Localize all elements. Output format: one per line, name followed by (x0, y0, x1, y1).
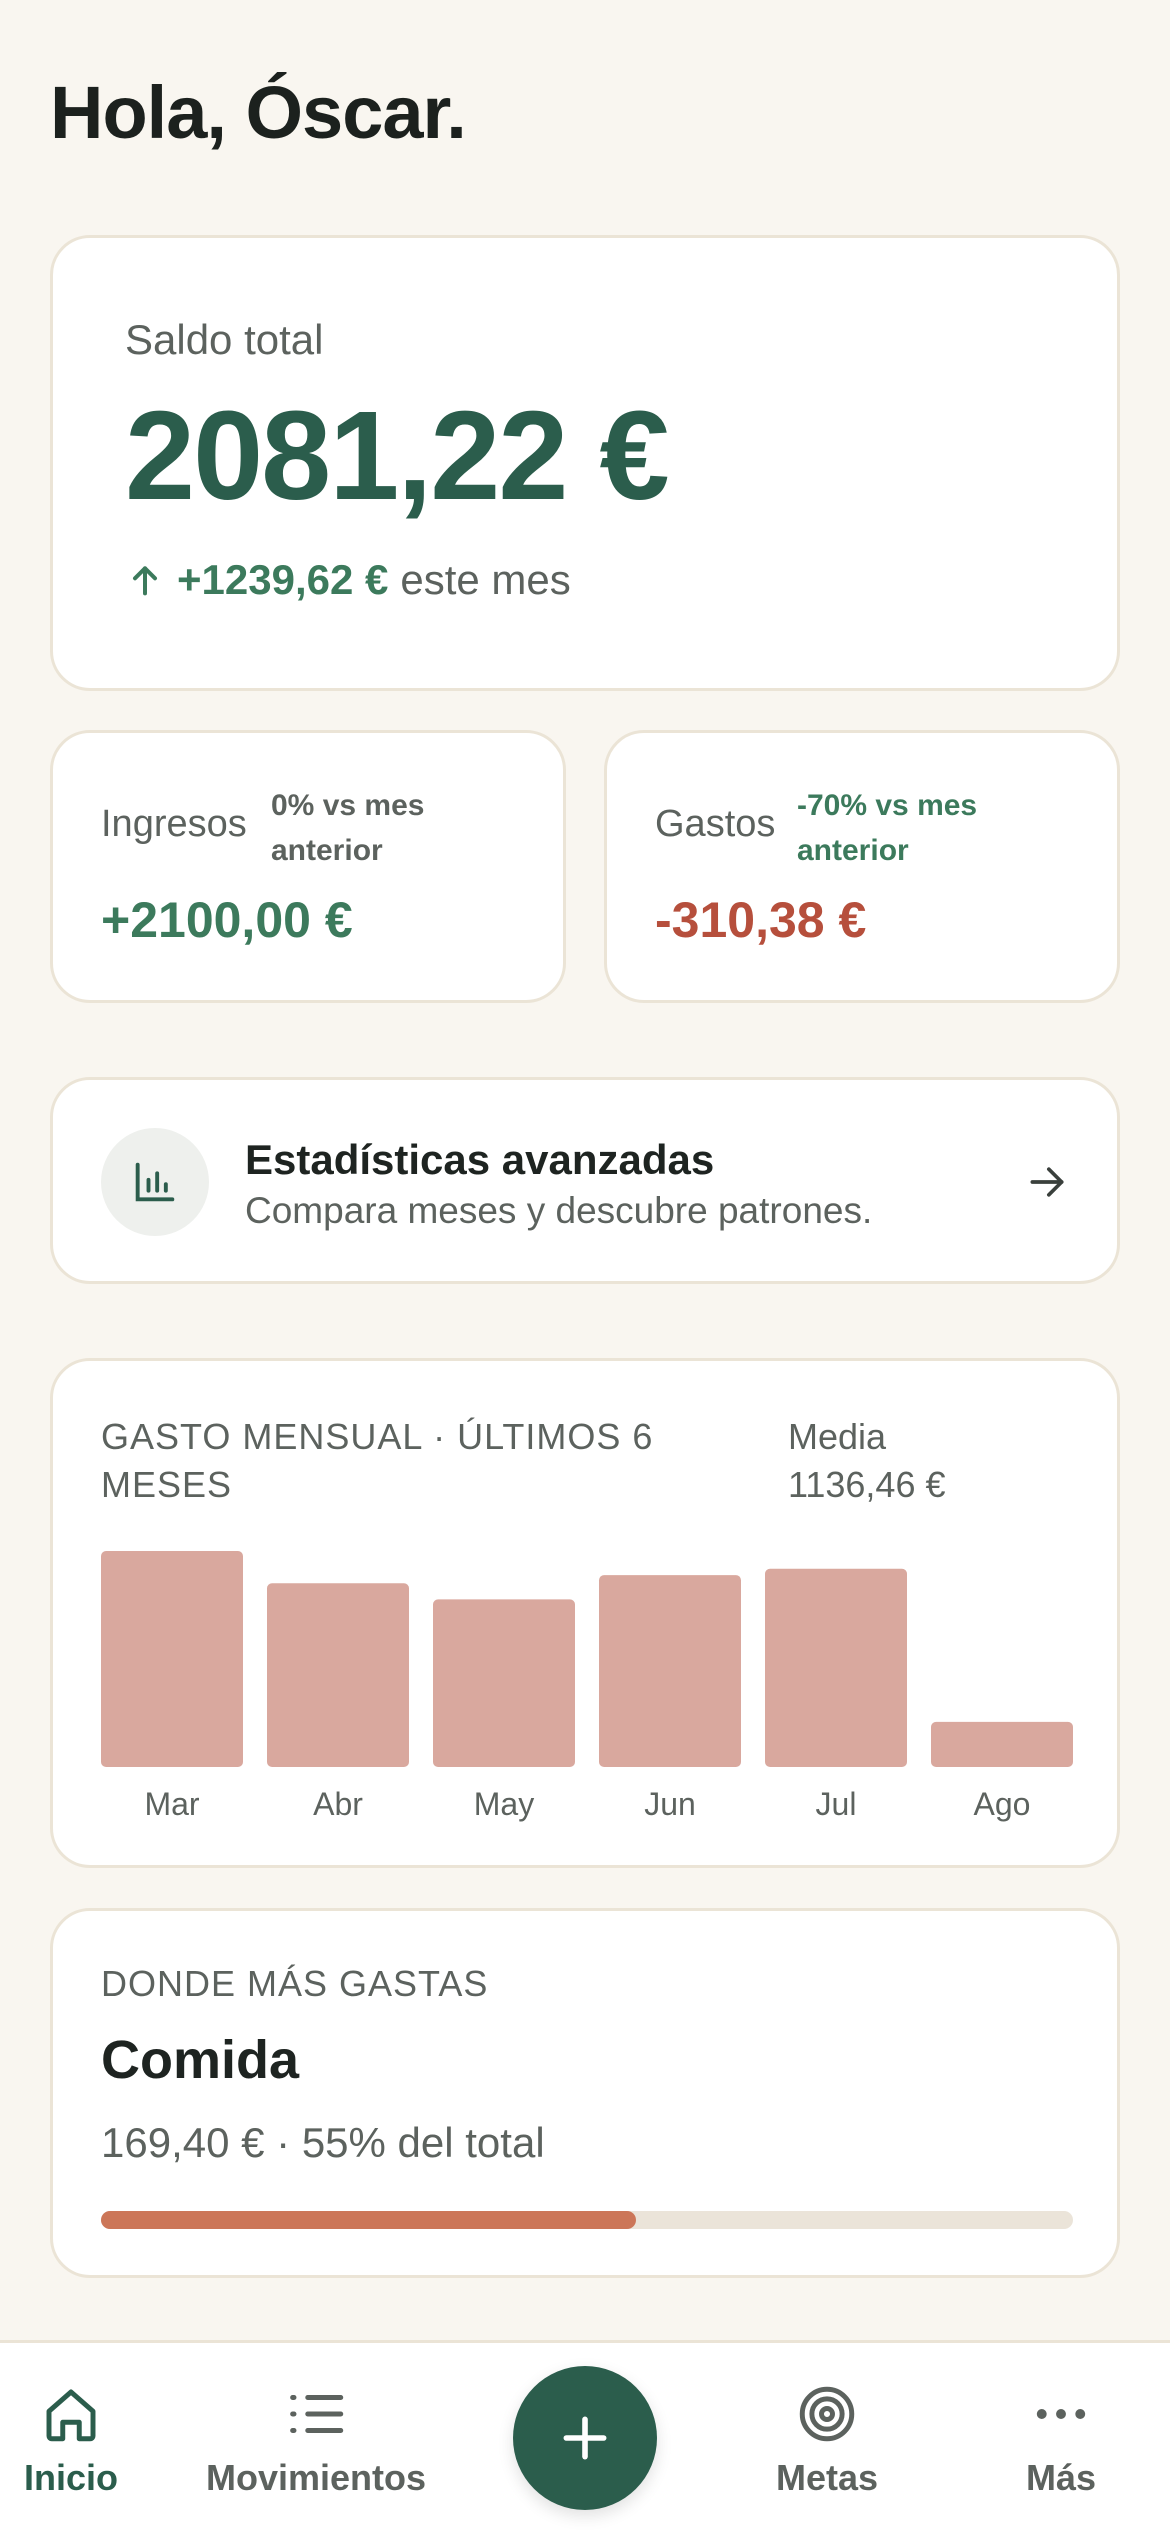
nav-item-mas[interactable]: Más (1026, 2381, 1096, 2499)
monthly-spend-chart: GASTO MENSUAL · ÚLTIMOS 6 MESES Media 11… (50, 1358, 1120, 1868)
balance-delta-suffix: este mes (400, 556, 571, 603)
chart-average-value: 1136,46 € (788, 1464, 946, 1505)
top-category-summary: 169,40 € · 55% del total (101, 2119, 545, 2166)
more-icon (1036, 2409, 1086, 2419)
chart-tick-label: May (474, 1786, 534, 1822)
chart-tick-label: Mar (144, 1786, 199, 1822)
chart-title: GASTO MENSUAL · ÚLTIMOS 6 MESES (101, 1416, 654, 1505)
add-transaction-button[interactable] (513, 2366, 657, 2510)
top-category-progress-fill (101, 2211, 636, 2229)
chart-tick-label: Abr (313, 1786, 363, 1822)
page-title: Hola, Óscar. (50, 71, 467, 154)
top-category-progress (101, 2211, 1073, 2229)
arrow-up-icon (133, 566, 157, 596)
list-icon (290, 2395, 344, 2433)
chart-tick-label: Jun (644, 1786, 696, 1822)
income-label: Ingresos (101, 803, 247, 845)
arrow-right-icon (1030, 1167, 1064, 1197)
nav-label: Movimientos (206, 2457, 427, 2498)
chart-average-label: Media (788, 1416, 887, 1457)
nav-item-inicio[interactable]: Inicio (24, 2381, 118, 2499)
top-category-label: DONDE MÁS GASTAS (101, 1963, 489, 2004)
chart-bar-may (433, 1599, 575, 1767)
income-value: +2100,00 € (101, 892, 353, 948)
nav-label: Inicio (24, 2457, 119, 2498)
chart-bar-ago (931, 1721, 1073, 1767)
expenses-comparison: -70% vs mes anterior (797, 789, 978, 867)
stats-subtitle: Compara meses y descubre patrones. (245, 1190, 873, 1231)
balance-delta: +1239,62 € este mes (125, 556, 571, 604)
top-category-name: Comida (101, 2030, 300, 2090)
home-icon (46, 2389, 96, 2442)
chart-bar-jun (599, 1575, 741, 1767)
advanced-stats-link[interactable]: Estadísticas avanzadas Compara meses y d… (50, 1077, 1120, 1284)
chart-tick-label: Jul (816, 1786, 857, 1822)
plus-icon (563, 2416, 607, 2460)
balance-delta-value: +1239,62 € (177, 556, 389, 603)
income-card[interactable]: Ingresos 0% vs mes anterior +2100,00 € (50, 730, 566, 1003)
bar-chart: Mar Abr May Jun Jul Ago (101, 1551, 1073, 1822)
nav-label: Metas (776, 2457, 879, 2498)
expenses-label: Gastos (655, 803, 776, 845)
target-icon (799, 2386, 855, 2442)
chart-bar-mar (101, 1551, 243, 1767)
stats-icon-wrap (101, 1128, 209, 1236)
balance-label: Saldo total (125, 316, 324, 363)
nav-item-movimientos[interactable]: Movimientos (206, 2381, 426, 2499)
chart-bar-abr (267, 1583, 409, 1767)
bar-chart-icon (135, 1162, 175, 1202)
balance-card: Saldo total 2081,22 € +1239,62 € este me… (50, 235, 1120, 691)
nav-label: Más (1026, 2457, 1097, 2498)
expenses-card[interactable]: Gastos -70% vs mes anterior -310,38 € (604, 730, 1120, 1003)
nav-item-metas[interactable]: Metas (776, 2381, 878, 2499)
expenses-value: -310,38 € (655, 892, 867, 948)
balance-amount: 2081,22 € (125, 385, 670, 526)
chart-tick-label: Ago (974, 1786, 1031, 1822)
chart-bar-jul (765, 1568, 907, 1767)
income-comparison: 0% vs mes anterior (271, 789, 425, 867)
top-category-card[interactable]: DONDE MÁS GASTAS Comida 169,40 € · 55% d… (50, 1908, 1120, 2278)
stats-title: Estadísticas avanzadas (245, 1136, 715, 1183)
